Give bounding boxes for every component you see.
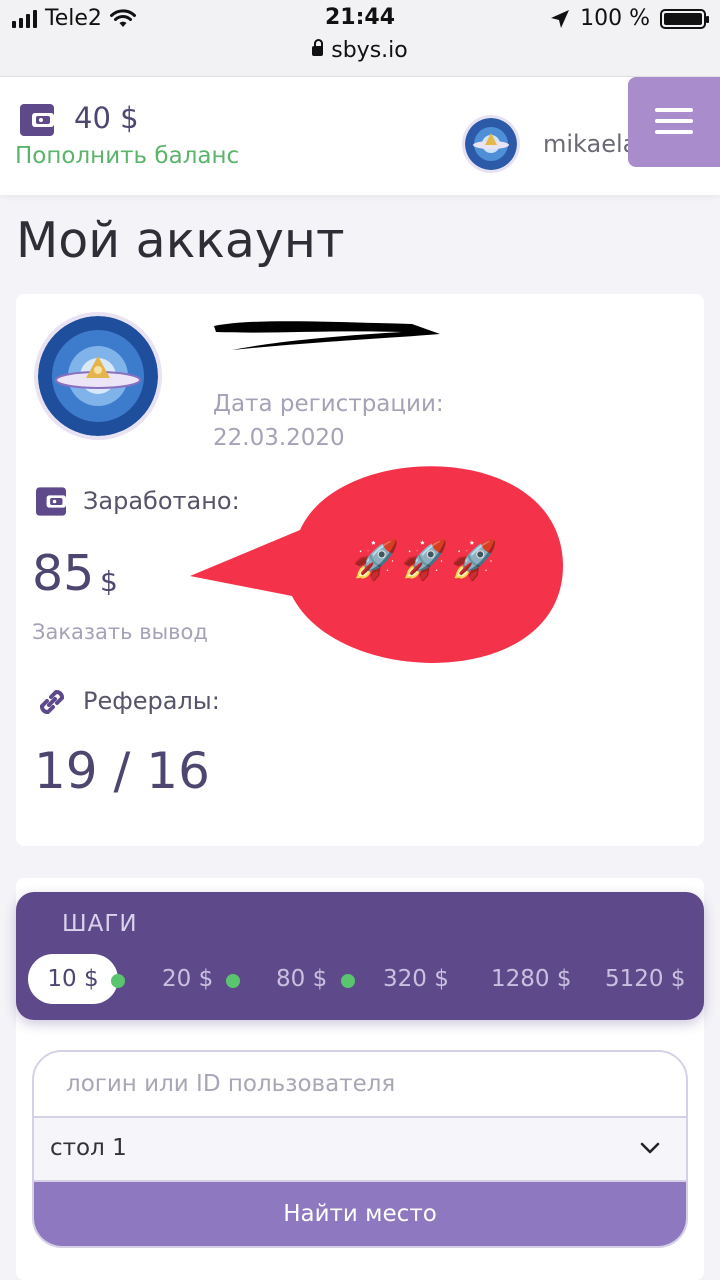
balance-amount: 40 $ bbox=[74, 101, 139, 135]
username[interactable]: mikaela bbox=[543, 130, 637, 158]
lock-icon bbox=[312, 39, 324, 56]
wallet-icon bbox=[36, 487, 66, 516]
topup-link[interactable]: Пополнить баланс bbox=[15, 143, 239, 169]
address-bar[interactable]: sbys.io bbox=[0, 38, 720, 63]
step-10[interactable]: 10 $ bbox=[28, 954, 118, 1004]
step-complete-dot bbox=[111, 974, 125, 988]
profile-avatar bbox=[34, 312, 162, 440]
find-place-button[interactable]: Найти место bbox=[34, 1182, 686, 1246]
steps-title: ШАГИ bbox=[62, 911, 138, 937]
registration-date: 22.03.2020 bbox=[213, 425, 345, 451]
menu-button[interactable] bbox=[628, 77, 720, 167]
referrals-value: 19 / 16 bbox=[34, 742, 210, 800]
chevron-down-icon bbox=[640, 1142, 660, 1154]
wallet-icon bbox=[20, 104, 54, 136]
registration-label: Дата регистрации: bbox=[213, 391, 444, 417]
avatar-image bbox=[38, 316, 158, 436]
step-1280[interactable]: 1280 $ bbox=[491, 954, 571, 1004]
site-header: 40 $ Пополнить баланс mikaela bbox=[0, 77, 720, 195]
step-complete-dot bbox=[226, 974, 240, 988]
redacted-username bbox=[214, 321, 440, 350]
withdraw-link[interactable]: Заказать вывод bbox=[32, 620, 208, 644]
page-title: Мой аккаунт bbox=[16, 212, 345, 269]
login-input[interactable] bbox=[34, 1052, 686, 1116]
avatar-image bbox=[465, 118, 517, 170]
table-select[interactable]: стол 1 bbox=[34, 1116, 686, 1182]
earned-value: 85 bbox=[32, 545, 95, 602]
avatar[interactable] bbox=[462, 115, 520, 173]
battery-icon bbox=[660, 8, 709, 29]
url-text: sbys.io bbox=[331, 38, 408, 63]
referrals-label: Рефералы: bbox=[83, 687, 220, 715]
step-80[interactable]: 80 $ bbox=[276, 954, 327, 1004]
step-complete-dot bbox=[341, 974, 355, 988]
earned-unit: $ bbox=[100, 565, 118, 598]
step-320[interactable]: 320 $ bbox=[383, 954, 449, 1004]
step-20[interactable]: 20 $ bbox=[162, 954, 213, 1004]
battery-percent: 100 % bbox=[580, 6, 650, 31]
status-bar: Tele2 21:44 100 % sbys.io bbox=[0, 0, 720, 77]
rocket-emoji: 🚀🚀🚀 bbox=[352, 538, 500, 582]
table-select-value: стол 1 bbox=[50, 1135, 127, 1161]
location-arrow-icon bbox=[551, 9, 570, 28]
earned-label: Заработано: bbox=[83, 487, 240, 515]
steps-bar: ШАГИ 10 $ 20 $ 80 $ 320 $ 1280 $ 5120 $ bbox=[16, 892, 704, 1020]
search-place-form: стол 1 Найти место bbox=[32, 1050, 688, 1248]
status-right: 100 % bbox=[550, 6, 709, 31]
link-icon bbox=[40, 690, 64, 714]
step-5120[interactable]: 5120 $ bbox=[605, 954, 685, 1004]
